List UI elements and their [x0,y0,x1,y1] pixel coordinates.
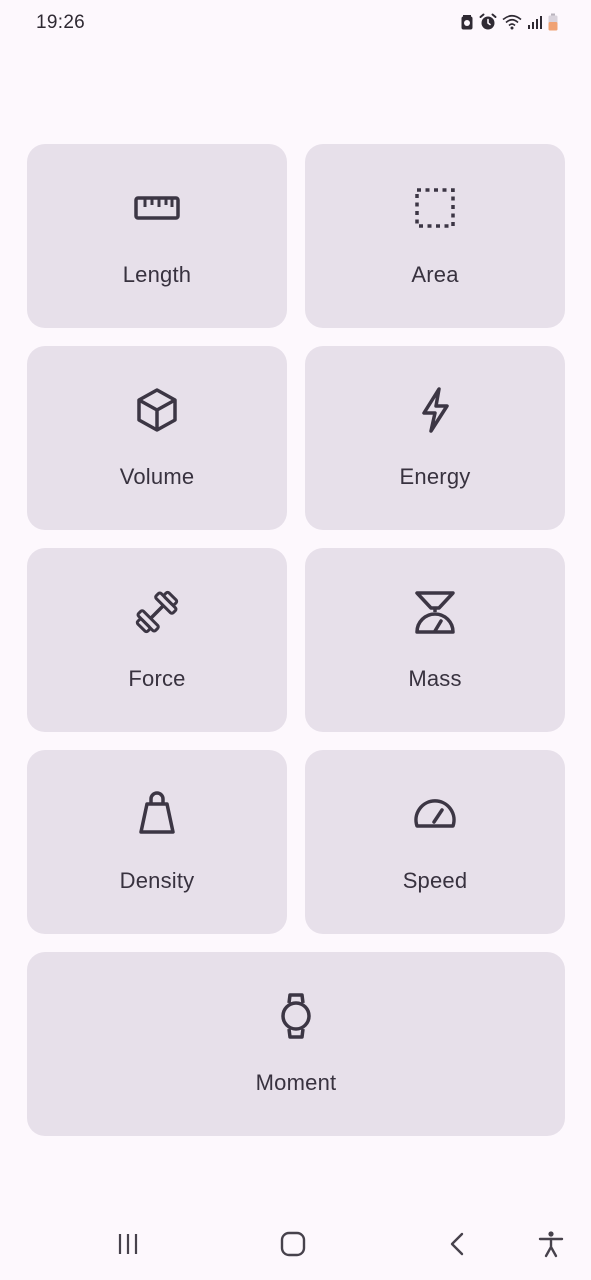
dashed-square-icon [411,184,459,232]
signal-icon [527,14,543,30]
category-label: Force [128,666,186,691]
category-label: Moment [255,1070,337,1095]
weight-icon [133,790,181,838]
wifi-icon [502,14,522,30]
watch-icon [272,992,320,1040]
category-label: Energy [399,464,471,489]
category-card-force[interactable]: Force [27,548,287,732]
dumbbell-icon [133,588,181,636]
ruler-icon [133,184,181,232]
navigation-bar [0,1210,591,1280]
category-card-moment[interactable]: Moment [27,952,565,1136]
accessibility-icon[interactable] [533,1226,569,1262]
battery-low-icon [548,13,558,31]
back-icon[interactable] [440,1226,476,1262]
scale-icon [411,588,459,636]
lightning-icon [411,386,459,434]
category-label: Area [411,262,459,287]
category-card-density[interactable]: Density [27,750,287,934]
status-icons [460,12,558,32]
category-card-mass[interactable]: Mass [305,548,565,732]
category-label: Volume [119,464,195,489]
category-label: Speed [402,868,468,893]
category-label: Density [119,868,195,893]
category-card-length[interactable]: Length [27,144,287,328]
alarm-icon [479,13,497,31]
category-card-speed[interactable]: Speed [305,750,565,934]
home-icon[interactable] [275,1226,311,1262]
category-card-volume[interactable]: Volume [27,346,287,530]
battery-saver-icon [460,13,474,31]
speedometer-icon [411,790,459,838]
status-bar: 19:26 [0,0,591,44]
category-label: Mass [408,666,462,691]
recent-apps-icon[interactable] [110,1226,146,1262]
category-card-energy[interactable]: Energy [305,346,565,530]
category-card-area[interactable]: Area [305,144,565,328]
category-label: Length [122,262,192,287]
cube-icon [133,386,181,434]
status-time: 19:26 [36,12,86,33]
